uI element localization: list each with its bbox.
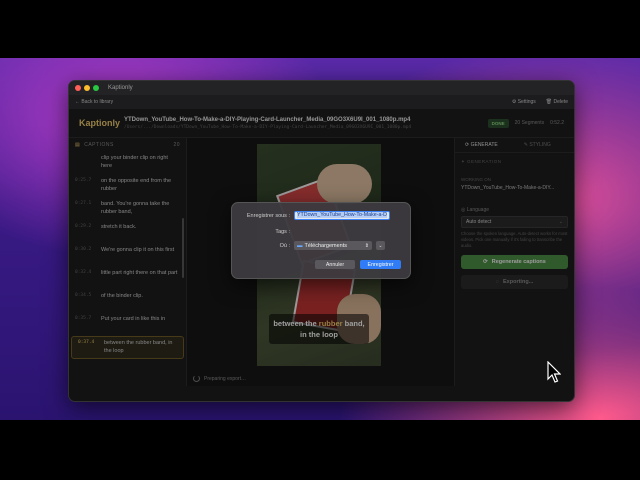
tags-label: Tags : [275,228,290,235]
location-value: Téléchargements [304,242,348,249]
where-label: Où : [279,242,290,249]
save-as-value: YTDown_YouTube_How-To-Make-a-D [297,212,387,218]
location-select[interactable]: ▬ Téléchargements ⇕ [294,241,372,250]
top-nav: ← Back to library ⚙ Settings 🗑 Delete [69,95,574,109]
save-as-label: Enregistrer sous : [246,212,290,219]
back-to-library-link[interactable]: ← Back to library [75,99,113,105]
settings-label: Settings [517,99,536,105]
title-bar: Kaptionly [69,81,574,95]
expand-dialog-button[interactable]: ⌄ [376,241,385,250]
chevron-updown-icon: ⇕ [364,242,369,249]
tags-input[interactable] [294,227,390,236]
window-title: Kaptionly [108,85,133,91]
save-as-row: Enregistrer sous : YTDown_YouTube_How-To… [232,211,390,220]
zoom-window-button[interactable] [93,85,99,91]
where-row: Où : ▬ Téléchargements ⇕ ⌄ [232,241,385,250]
chevron-down-icon: ⌄ [378,242,383,249]
trash-icon: 🗑 [545,99,554,105]
save-button[interactable]: Enregistrer [360,260,401,269]
close-window-button[interactable] [75,85,81,91]
save-dialog: Enregistrer sous : YTDown_YouTube_How-To… [231,202,411,279]
mouse-cursor-icon [547,361,561,383]
tags-row: Tags : [232,227,390,236]
delete-label: Delete [553,99,568,105]
cancel-button[interactable]: Annuler [315,260,355,269]
delete-button[interactable]: 🗑 Delete [546,99,568,105]
folder-icon: ▬ [297,242,303,249]
settings-button[interactable]: ⚙ Settings [512,99,536,105]
minimize-window-button[interactable] [84,85,90,91]
save-as-input[interactable]: YTDown_YouTube_How-To-Make-a-D [294,211,390,220]
